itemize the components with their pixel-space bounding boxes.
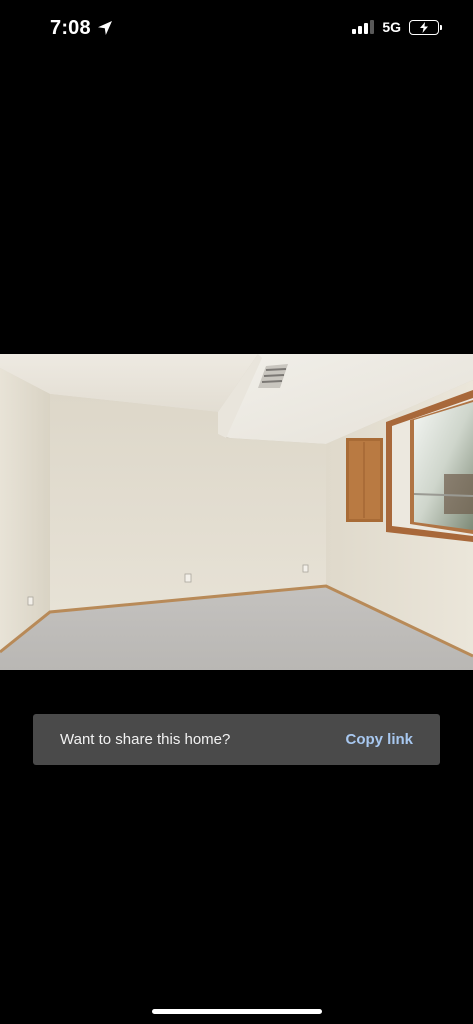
- share-message: Want to share this home?: [60, 730, 231, 748]
- screen: 7:08 5G Want to share this home? Copy li…: [0, 0, 473, 1024]
- listing-photo[interactable]: [0, 354, 473, 670]
- location-arrow-icon: [97, 20, 113, 36]
- cellular-signal-icon: [352, 20, 375, 34]
- home-indicator[interactable]: [152, 1009, 322, 1014]
- status-bar: 7:08 5G: [0, 0, 473, 58]
- copy-link-button[interactable]: Copy link: [345, 731, 413, 749]
- network-type-label: 5G: [382, 19, 401, 35]
- status-indicators: 5G: [352, 19, 442, 35]
- status-time: 7:08: [50, 17, 91, 39]
- battery-charging-icon: [409, 19, 442, 35]
- status-time-group: 7:08: [50, 16, 113, 40]
- share-toast: Want to share this home? Copy link: [33, 714, 440, 765]
